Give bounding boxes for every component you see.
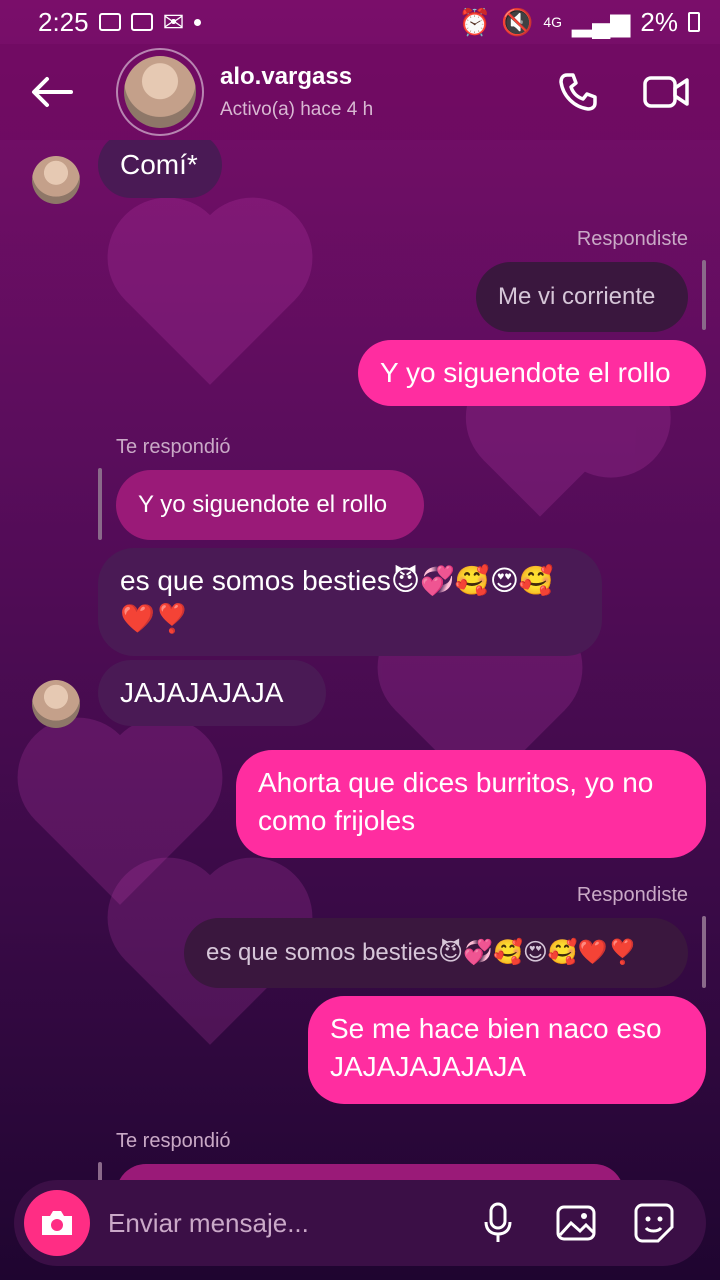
video-call-button[interactable]	[642, 68, 690, 116]
image-icon	[556, 1205, 596, 1241]
voice-message-button[interactable]	[474, 1199, 522, 1247]
contact-info[interactable]: alo.vargass Activo(a) hace 4 h	[220, 63, 373, 121]
contact-username: alo.vargass	[220, 63, 353, 90]
avatar-image	[124, 56, 196, 128]
status-time: 2:25	[38, 6, 89, 37]
outgoing-message[interactable]: Se me hace bien naco eso JAJAJAJAJAJA	[308, 996, 706, 1104]
reply-label: Respondiste	[576, 228, 688, 250]
battery-level: 2%	[640, 6, 678, 37]
replied-message[interactable]	[116, 1164, 624, 1180]
camera-button[interactable]	[24, 1190, 90, 1256]
more-notifications-icon	[194, 18, 202, 26]
contact-avatar[interactable]	[116, 48, 204, 136]
microphone-icon	[484, 1202, 512, 1242]
gallery-notification-icon	[98, 13, 121, 31]
outgoing-message[interactable]: Y yo siguendote el rollo	[358, 340, 706, 406]
back-arrow-icon	[32, 77, 73, 107]
message-thread[interactable]: Comí* Respondiste Me vi corriente Y yo s…	[0, 140, 720, 1180]
signal-icon: ▂▄▆	[572, 6, 631, 37]
message-composer	[14, 1180, 706, 1266]
quote-indicator	[98, 468, 102, 540]
battery-icon	[688, 12, 700, 32]
sticker-button[interactable]	[630, 1199, 678, 1247]
incoming-message[interactable]: Comí*	[98, 140, 222, 198]
alarm-icon: ⏰	[458, 6, 491, 37]
quoted-message[interactable]: es que somos besties😈💞🥰😍🥰❤️❣️	[184, 918, 688, 988]
status-bar: 2:25 ✉ ⏰ 🔇 4G ▂▄▆ 2%	[0, 0, 720, 44]
mute-icon: 🔇	[500, 6, 534, 37]
outgoing-message[interactable]: Ahorta que dices burritos, yo no como fr…	[236, 750, 706, 858]
incoming-message[interactable]: es que somos besties😈💞🥰😍🥰 ❤️❣️	[98, 548, 602, 656]
quote-indicator	[702, 916, 706, 988]
quoted-message[interactable]: Me vi corriente	[476, 262, 688, 332]
gallery-button[interactable]	[552, 1199, 600, 1247]
sender-avatar[interactable]	[32, 156, 80, 204]
gmail-icon: ✉	[162, 6, 185, 37]
video-camera-icon	[643, 76, 689, 108]
message-line: es que somos besties😈💞🥰😍🥰	[120, 565, 554, 596]
quote-indicator	[98, 1162, 102, 1180]
quote-indicator	[702, 260, 706, 330]
calendar-notification-icon	[130, 13, 153, 31]
message-input[interactable]	[106, 1206, 474, 1240]
sender-avatar[interactable]	[32, 680, 80, 728]
network-type: 4G	[543, 14, 562, 30]
replied-message[interactable]: Y yo siguendote el rollo	[116, 470, 424, 540]
camera-icon	[42, 1211, 72, 1235]
sticker-icon	[634, 1203, 674, 1243]
phone-icon	[559, 73, 597, 111]
reply-label: Te respondió	[116, 1130, 231, 1152]
back-button[interactable]	[22, 62, 82, 122]
voice-call-button[interactable]	[554, 68, 602, 116]
incoming-message[interactable]: JAJAJAJAJA	[98, 660, 326, 726]
active-status: Activo(a) hace 4 h	[220, 99, 374, 120]
chat-header: alo.vargass Activo(a) hace 4 h	[0, 44, 720, 140]
message-line: ❤️❣️	[120, 603, 190, 634]
reply-label: Te respondió	[116, 436, 231, 458]
reply-label: Respondiste	[576, 884, 688, 906]
